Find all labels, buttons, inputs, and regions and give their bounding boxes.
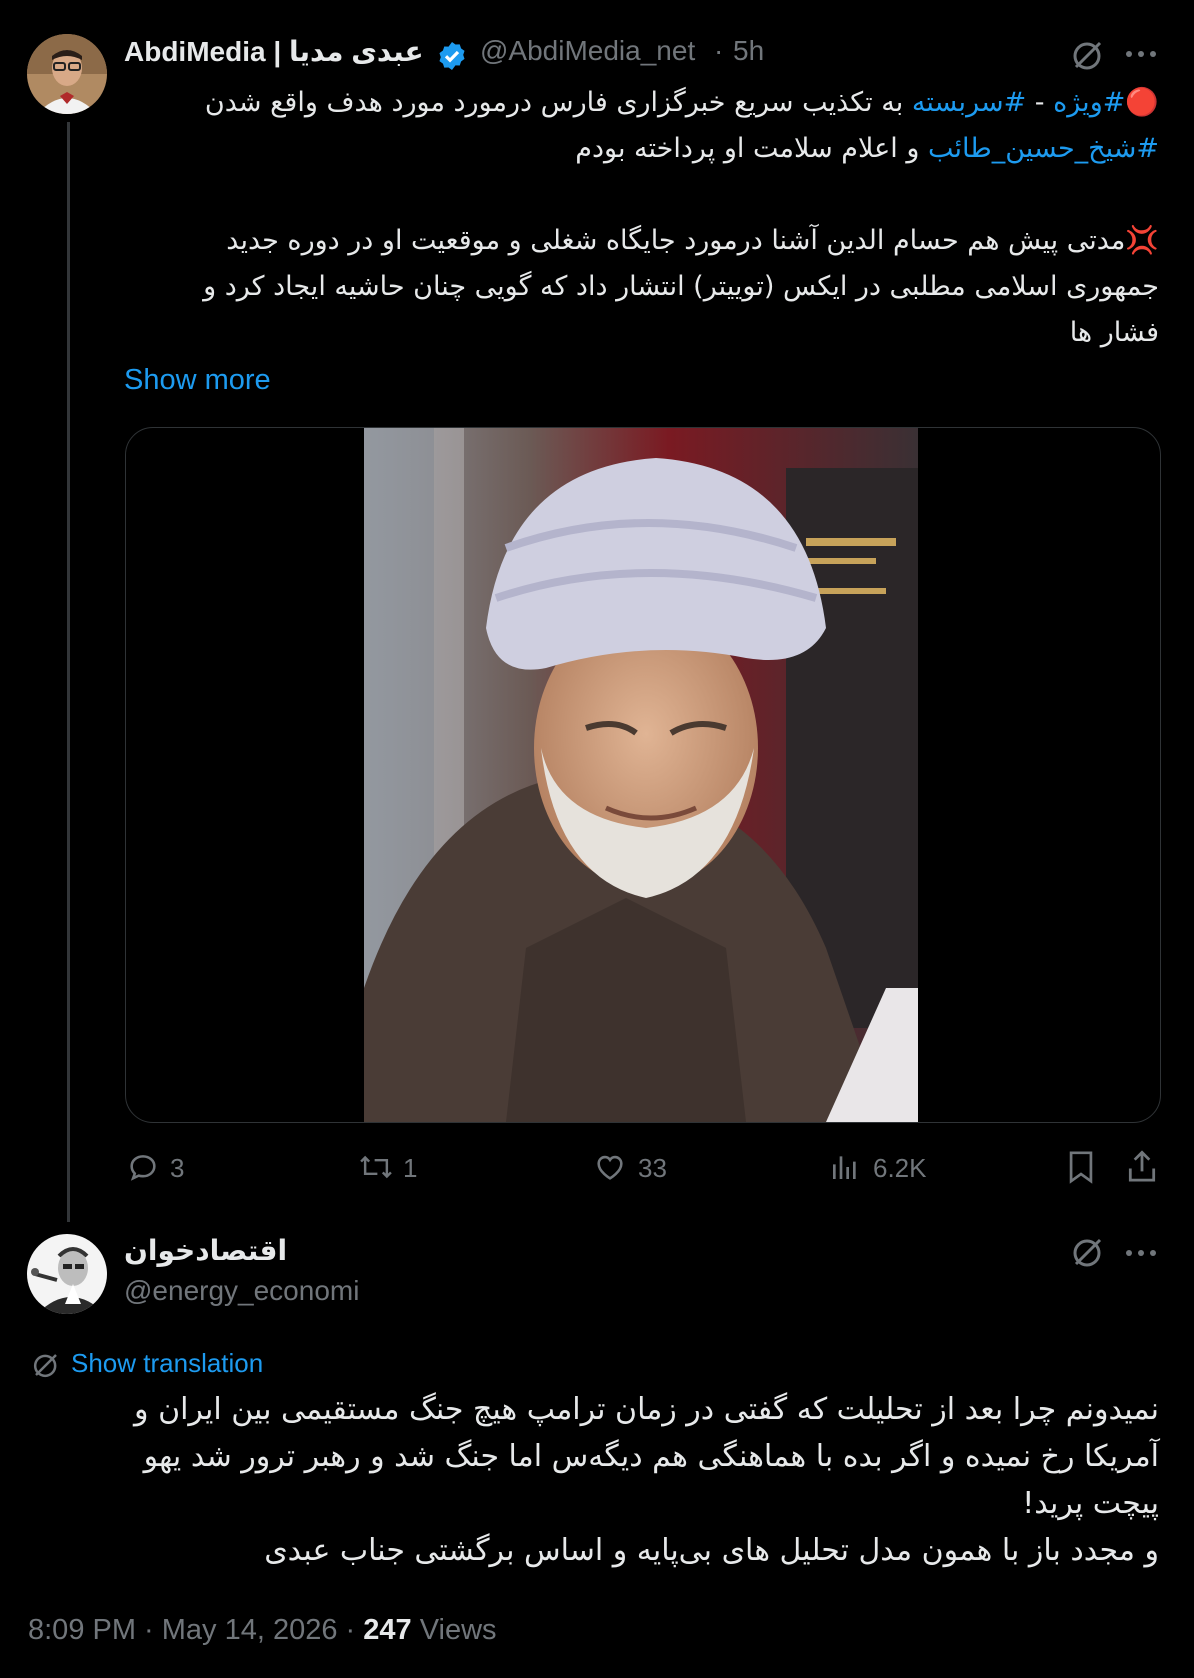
anger-emoji: 💢 xyxy=(1125,225,1159,256)
post-time[interactable]: 5h xyxy=(733,35,764,67)
hashtag-sarbasteh[interactable]: #سربسته xyxy=(912,87,1026,118)
para2-line2: جمهوری اسلامی مطلبی در ایکس (توییتر) انت… xyxy=(203,271,1159,302)
reply-author-display-name[interactable]: اقتصادخوان xyxy=(124,1234,287,1267)
repost-count: 1 xyxy=(403,1153,418,1183)
red-circle-emoji: 🔴 xyxy=(1125,87,1159,118)
like-count: 33 xyxy=(638,1153,667,1183)
more-icon[interactable] xyxy=(1124,44,1158,64)
show-translation-link[interactable]: Show translation xyxy=(71,1348,263,1379)
tweet-text-line-4: 💢مدتی پیش هم حسام الدین آشنا درمورد جایگ… xyxy=(125,218,1159,264)
reply-text-line-4: و مجدد باز با همون مدل تحلیل های بی‌پایه… xyxy=(264,1533,1159,1568)
reply-icon[interactable] xyxy=(126,1150,160,1189)
verified-badge-icon xyxy=(436,40,468,77)
translate-icon[interactable] xyxy=(31,1350,61,1385)
dash: - xyxy=(1026,87,1054,118)
reply-text-line-1: نمیدونم چرا بعد از تحلیلت که گفتی در زما… xyxy=(134,1392,1159,1427)
grok-icon[interactable] xyxy=(1070,1234,1106,1270)
line1-text: به تکذیب سریع خبرگزاری فارس درمورد مورد … xyxy=(204,87,912,118)
tweet-media-image[interactable] xyxy=(125,427,1161,1123)
reply-views-label: Views xyxy=(411,1614,497,1646)
reply-views-count: 247 xyxy=(363,1614,412,1646)
para2-line3: فشار ها xyxy=(1069,317,1159,348)
author-display-name[interactable]: AbdiMedia | عبدی مدیا xyxy=(124,35,424,68)
reply-author-avatar[interactable] xyxy=(27,1234,107,1314)
grok-icon[interactable] xyxy=(1070,37,1106,73)
hashtag-vizheh[interactable]: #ویژه xyxy=(1053,87,1125,118)
more-icon[interactable] xyxy=(1124,1243,1158,1263)
cleric-portrait-photo xyxy=(364,428,918,1122)
reply-text-line-2: آمریکا رخ نمیده و اگر بده با هماهنگی هم … xyxy=(143,1439,1159,1474)
reply-timestamp-views: 8:09 PM · May 14, 2026 · 247 Views xyxy=(28,1614,497,1647)
like-icon[interactable] xyxy=(593,1150,627,1189)
reply-count: 3 xyxy=(170,1153,185,1183)
share-icon[interactable] xyxy=(1124,1148,1160,1191)
thread-connector-line xyxy=(67,122,70,1222)
reply-text: نمیدونم چرا بعد از تحلیلت که گفتی در زما… xyxy=(40,1386,1159,1574)
reply-author-handle[interactable]: @energy_economi xyxy=(124,1275,359,1307)
reply-text-line-3: پیچت پرید! xyxy=(1022,1486,1159,1521)
views-icon[interactable] xyxy=(829,1150,861,1189)
reply-timestamp[interactable]: 8:09 PM · May 14, 2026 · xyxy=(28,1614,363,1646)
hashtag-sheikh-hossein-taeb[interactable]: #شیخ_حسین_طائب xyxy=(928,133,1159,164)
tweet-text-line-2: #شیخ_حسین_طائب و اعلام سلامت او پرداخته … xyxy=(125,126,1159,172)
repost-icon[interactable] xyxy=(357,1150,395,1189)
bookmark-icon[interactable] xyxy=(1064,1148,1098,1191)
separator-dot: · xyxy=(714,35,724,66)
tweet-text-line-1: 🔴#ویژه - #سربسته به تکذیب سریع خبرگزاری … xyxy=(125,80,1159,126)
views-count: 6.2K xyxy=(873,1153,927,1183)
author-handle[interactable]: @AbdiMedia_net xyxy=(480,35,695,67)
line2-text: و اعلام سلامت او پرداخته بودم xyxy=(575,133,928,164)
show-more-link[interactable]: Show more xyxy=(124,364,271,397)
para2-line1: مدتی پیش هم حسام الدین آشنا درمورد جایگا… xyxy=(226,225,1126,256)
author-avatar[interactable] xyxy=(27,34,107,114)
tweet-text: 🔴#ویژه - #سربسته به تکذیب سریع خبرگزاری … xyxy=(125,80,1159,356)
